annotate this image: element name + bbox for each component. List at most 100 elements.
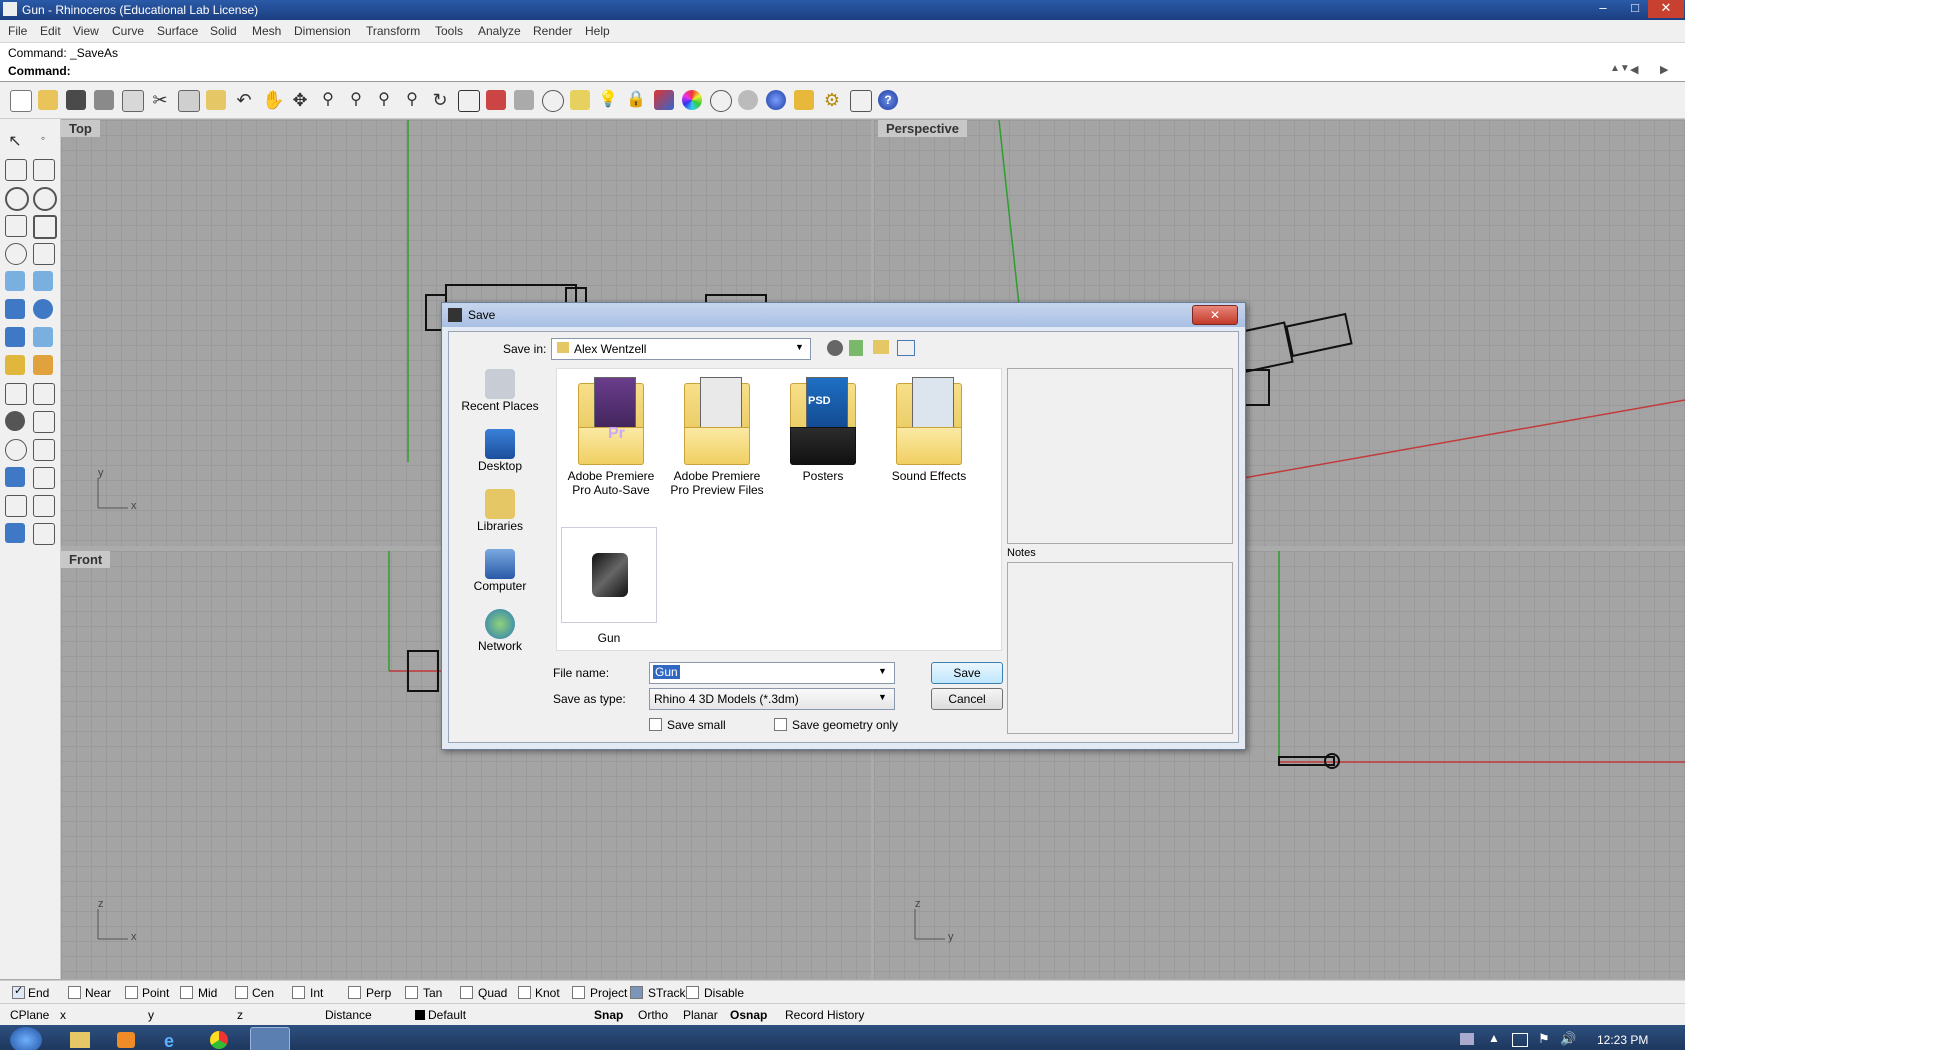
point-icon[interactable]: ◦ [33, 131, 53, 151]
pan-hand-icon[interactable]: ✋ [262, 90, 284, 110]
menu-tools[interactable]: Tools [435, 24, 463, 38]
array-icon[interactable] [33, 411, 55, 433]
explorer-icon[interactable] [70, 1032, 90, 1048]
disable-checkbox[interactable] [686, 986, 699, 999]
cplane-icon[interactable] [514, 90, 534, 110]
save-small-checkbox[interactable] [649, 718, 662, 731]
media-player-icon[interactable] [117, 1032, 135, 1048]
menu-dimension[interactable]: Dimension [294, 24, 351, 38]
zoom-selected-icon[interactable]: ⚲ [402, 90, 422, 110]
save-in-dropdown[interactable]: Alex Wentzell ▼ [551, 338, 811, 360]
osnap-mid-checkbox[interactable] [180, 986, 193, 999]
zoom-extents-icon[interactable]: ⚲ [374, 90, 394, 110]
status-snap[interactable]: Snap [594, 1008, 623, 1022]
loft-icon[interactable] [33, 271, 53, 291]
viewport-label-top[interactable]: Top [61, 120, 100, 137]
file-item[interactable]: PSD Posters [773, 377, 873, 483]
menu-edit[interactable]: Edit [40, 24, 61, 38]
osnap-knot-checkbox[interactable] [518, 986, 531, 999]
select-icon[interactable] [570, 90, 590, 110]
osnap-int-checkbox[interactable] [292, 986, 305, 999]
notes-textarea[interactable] [1007, 562, 1233, 734]
dialog-close-button[interactable]: ✕ [1192, 305, 1238, 325]
viewport-label-perspective[interactable]: Perspective [878, 120, 967, 137]
menu-file[interactable]: File [8, 24, 27, 38]
undo-icon[interactable]: ↶ [234, 90, 254, 110]
status-record-history[interactable]: Record History [785, 1008, 864, 1022]
scroll-right-icon[interactable]: ▶ [1660, 63, 1668, 76]
menu-solid[interactable]: Solid [210, 24, 237, 38]
copy-icon[interactable] [178, 90, 200, 112]
internet-explorer-icon[interactable]: e [164, 1031, 184, 1050]
ellipse-icon[interactable] [33, 187, 57, 211]
new-icon[interactable] [10, 90, 32, 112]
surface-icon[interactable] [5, 271, 25, 291]
circle-icon[interactable] [5, 187, 29, 211]
file-item[interactable]: Gun [561, 527, 657, 645]
zoom-icon[interactable]: ⚲ [318, 90, 338, 110]
save-geometry-only-checkbox[interactable] [774, 718, 787, 731]
zoom-window-icon[interactable]: ⚲ [346, 90, 366, 110]
menu-render[interactable]: Render [533, 24, 572, 38]
light-bulb-icon[interactable]: 💡 [598, 90, 618, 110]
chrome-icon[interactable] [210, 1031, 228, 1049]
tray-volume-icon[interactable]: 🔊 [1560, 1031, 1576, 1047]
split-icon[interactable] [33, 355, 53, 375]
rhino-taskbar-button[interactable] [250, 1027, 290, 1050]
menu-analyze[interactable]: Analyze [478, 24, 521, 38]
undo-view-icon[interactable]: ↻ [430, 90, 450, 110]
mesh-icon[interactable] [33, 327, 53, 347]
menu-help[interactable]: Help [585, 24, 610, 38]
cancel-button[interactable]: Cancel [931, 688, 1003, 710]
rotate-view-icon[interactable]: ✥ [290, 90, 310, 110]
tray-network-icon[interactable] [1460, 1033, 1474, 1045]
ruler-icon[interactable] [33, 523, 55, 545]
osnap-perp-checkbox[interactable] [348, 986, 361, 999]
boolean-icon[interactable] [33, 299, 53, 319]
status-ortho[interactable]: Ortho [638, 1008, 668, 1022]
properties-icon[interactable] [794, 90, 814, 110]
solid-tools-icon[interactable] [5, 523, 25, 543]
status-osnap[interactable]: Osnap [730, 1008, 767, 1022]
osnap-cen-checkbox[interactable] [235, 986, 248, 999]
tray-flag-icon[interactable]: ⚑ [1538, 1031, 1550, 1047]
open-icon[interactable] [38, 90, 58, 110]
dimension-icon[interactable] [33, 383, 55, 405]
view-menu-icon[interactable] [897, 340, 915, 356]
menu-curve[interactable]: Curve [112, 24, 144, 38]
file-name-input[interactable]: Gun ▼ [649, 662, 895, 684]
osnap-icon[interactable] [850, 90, 872, 112]
tray-display-icon[interactable] [1512, 1033, 1528, 1047]
explode-icon[interactable] [5, 355, 25, 375]
file-item[interactable]: Adobe Premiere Pro Preview Files [667, 377, 767, 497]
place-recent-places[interactable]: Recent Places [452, 369, 548, 413]
cylinder-icon[interactable] [5, 327, 25, 347]
color-wheel-icon[interactable] [682, 90, 702, 110]
text-icon[interactable] [5, 467, 25, 487]
lock-icon[interactable]: 🔒 [626, 90, 646, 110]
minimize-button[interactable]: – [1585, 0, 1621, 18]
rectangle-icon[interactable] [33, 215, 57, 239]
file-item[interactable]: Pr Adobe Premiere Pro Auto-Save [561, 377, 661, 497]
place-network[interactable]: Network [452, 609, 548, 653]
project-checkbox[interactable] [572, 986, 585, 999]
menu-transform[interactable]: Transform [366, 24, 420, 38]
tray-show-hidden-icon[interactable]: ▲ [1488, 1031, 1500, 1045]
render-sphere-icon[interactable] [766, 90, 786, 110]
file-item[interactable]: Sound Effects [879, 377, 979, 483]
polygon-icon[interactable] [5, 215, 27, 237]
arc-icon[interactable] [5, 243, 27, 265]
layer-icon[interactable] [654, 90, 674, 110]
status-planar[interactable]: Planar [683, 1008, 718, 1022]
scroll-arrows-icon[interactable]: ▲▼ [1610, 63, 1630, 74]
place-desktop[interactable]: Desktop [452, 429, 548, 473]
export-icon[interactable] [122, 90, 144, 112]
help-icon[interactable]: ? [878, 90, 898, 110]
save-icon[interactable] [66, 90, 86, 110]
save-button[interactable]: Save [931, 662, 1003, 684]
curve-icon[interactable] [33, 159, 55, 181]
osnap-point-checkbox[interactable] [125, 986, 138, 999]
menu-surface[interactable]: Surface [157, 24, 198, 38]
analyze-icon[interactable] [33, 495, 55, 517]
blend-icon[interactable] [33, 439, 55, 461]
